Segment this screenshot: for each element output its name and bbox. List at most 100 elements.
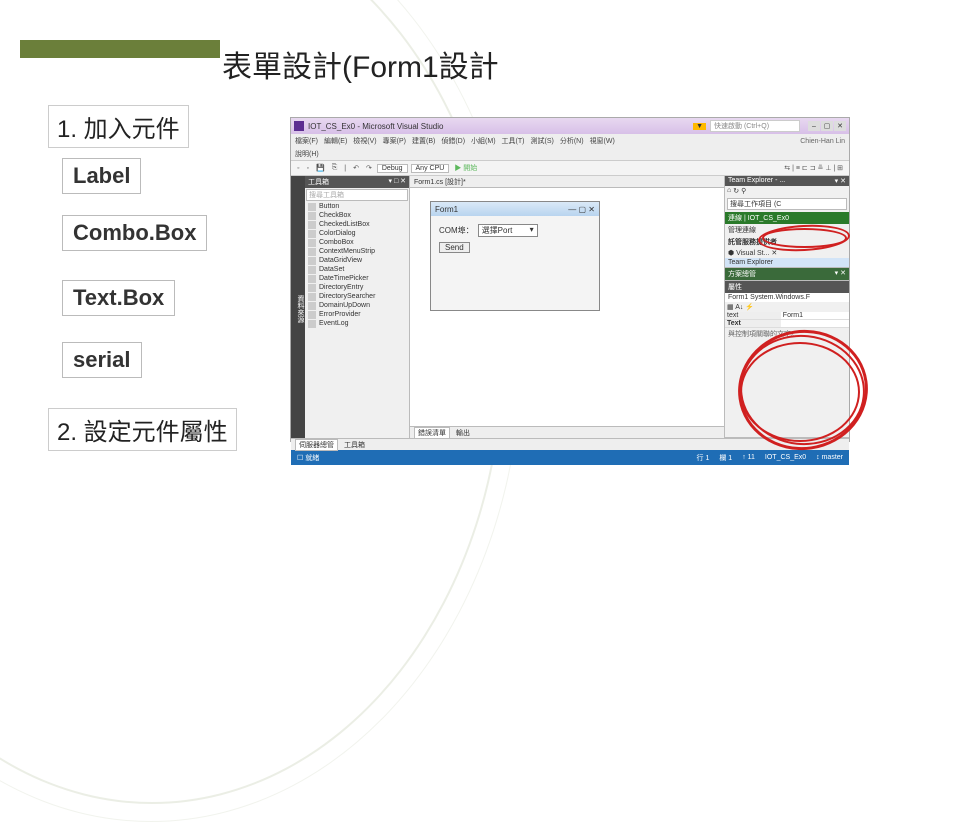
signed-in-user[interactable]: Chien-Han Lin	[800, 138, 845, 145]
redo-icon[interactable]: ↷	[364, 164, 374, 172]
toolbox-item[interactable]: DirectorySearcher	[305, 292, 409, 301]
close-button[interactable]: ✕	[834, 121, 846, 131]
manage-connections[interactable]: 管理連線	[725, 224, 849, 236]
control-icon	[308, 275, 316, 283]
status-project[interactable]: IOT_CS_Ex0	[765, 454, 806, 461]
vs-menubar: 檔案(F) 編輯(E) 檢視(V) 專案(P) 建置(B) 偵錯(D) 小組(M…	[291, 134, 849, 148]
vs-toolbar: ◦ ◦ 💾 ⎘ | ↶ ↷ Debug Any CPU ▶ 開始 ⇆ | ≡ ⊏…	[291, 160, 849, 176]
toolbox-item[interactable]: Button	[305, 202, 409, 211]
toolbox-item[interactable]: EventLog	[305, 319, 409, 328]
save-icon[interactable]: 💾	[314, 164, 327, 172]
properties-object[interactable]: Form1 System.Windows.F	[725, 293, 849, 302]
control-icon	[308, 203, 316, 211]
menu-item[interactable]: 編輯(E)	[324, 136, 347, 146]
toolbox-item[interactable]: CheckBox	[305, 211, 409, 220]
server-explorer-tab[interactable]: 伺服器總管	[295, 439, 338, 451]
form1-window[interactable]: Form1 — ▢ ✕ COM埠： 選擇Port▾ Send	[430, 201, 600, 311]
menu-item[interactable]: 工具(T)	[502, 136, 525, 146]
control-icon	[308, 248, 316, 256]
home-icon[interactable]: ⌂	[727, 187, 731, 195]
menu-item[interactable]: 建置(B)	[412, 136, 435, 146]
toolbox-tab[interactable]: 工具箱	[344, 440, 365, 450]
toolbox-item[interactable]: CheckedListBox	[305, 220, 409, 229]
config-combo[interactable]: Debug	[377, 164, 408, 173]
toolbox-item[interactable]: ContextMenuStrip	[305, 247, 409, 256]
status-branch[interactable]: ↕ master	[816, 454, 843, 461]
menu-item[interactable]: 偵錯(D)	[441, 136, 465, 146]
control-icon	[308, 221, 316, 229]
provider-item[interactable]: ⬢ Visual St... ✕	[725, 248, 849, 258]
property-desc: 與控制項關聯的文字。	[725, 328, 849, 340]
save-all-icon[interactable]: ⎘	[330, 164, 340, 172]
menu-item[interactable]: 檢視(V)	[353, 136, 376, 146]
toolbox-item[interactable]: DomainUpDown	[305, 301, 409, 310]
properties-panel: 屬性 Form1 System.Windows.F ▦ A↓ ⚡ textFor…	[725, 281, 849, 438]
menu-item[interactable]: 說明(H)	[295, 149, 319, 159]
menu-item[interactable]: 視窗(W)	[590, 136, 615, 146]
control-icon	[308, 257, 316, 265]
control-icon	[308, 284, 316, 292]
toolbox-item[interactable]: ColorDialog	[305, 229, 409, 238]
toolbox-item[interactable]: DataGridView	[305, 256, 409, 265]
document-tab[interactable]: Form1.cs [設計]*	[414, 177, 466, 187]
toolbox-item[interactable]: ErrorProvider	[305, 310, 409, 319]
output-tab[interactable]: 錯誤清單	[414, 427, 450, 439]
properties-toolbar: ▦ A↓ ⚡	[725, 302, 849, 312]
status-publish[interactable]: ↑ 11	[742, 454, 755, 461]
connect-header[interactable]: 連線 | IOT_CS_Ex0	[725, 212, 849, 224]
toolbox-item[interactable]: ComboBox	[305, 238, 409, 247]
toolbox-search[interactable]: 搜尋工具箱	[306, 189, 408, 201]
quick-launch-badge[interactable]: ▼	[693, 123, 706, 130]
chevron-down-icon: ▾	[530, 225, 534, 236]
minimize-button[interactable]: –	[808, 121, 820, 131]
control-icon	[308, 320, 316, 328]
quick-launch-input[interactable]: 快速啟動 (Ctrl+Q)	[710, 120, 800, 132]
nav-fwd-icon[interactable]: ◦	[304, 165, 310, 172]
menu-item[interactable]: 測試(S)	[531, 136, 554, 146]
component-label: serial	[62, 342, 142, 378]
datasource-tab[interactable]: 資料來源	[291, 176, 305, 438]
form-window-controls[interactable]: — ▢ ✕	[568, 205, 595, 214]
maximize-button[interactable]: ▢	[821, 121, 833, 131]
menu-item[interactable]: 分析(N)	[560, 136, 584, 146]
property-row[interactable]: textForm1	[725, 312, 849, 320]
solution-title: 方案總管	[728, 269, 756, 279]
events-icon[interactable]: ⚡	[745, 304, 754, 311]
categorized-icon[interactable]: ▦	[727, 304, 734, 311]
slide-title: 表單設計(Form1設計	[222, 42, 499, 86]
property-row[interactable]: Text	[725, 320, 849, 328]
send-button[interactable]: Send	[439, 242, 470, 253]
alpha-icon[interactable]: A↓	[735, 304, 743, 311]
step-2-label: 2. 設定元件屬性	[48, 408, 237, 451]
comport-label: COM埠：	[439, 225, 474, 236]
title-accent-bar	[20, 40, 220, 58]
control-icon	[308, 266, 316, 274]
nav-back-icon[interactable]: ◦	[295, 165, 301, 172]
control-icon	[308, 311, 316, 319]
provider-item[interactable]: Team Explorer	[725, 258, 849, 267]
control-icon	[308, 212, 316, 220]
status-col: 欄 1	[719, 453, 732, 463]
plug-icon[interactable]: ⚲	[741, 187, 746, 195]
menu-item[interactable]: 專案(P)	[383, 136, 406, 146]
align-tools-icon[interactable]: ⇆ | ≡ ⊏ ⊐ ≞ ⊥ | ⊞	[782, 164, 845, 172]
solution-explorer-panel: 方案總管▾ ✕	[725, 268, 849, 281]
menu-item[interactable]: 檔案(F)	[295, 136, 318, 146]
toolbox-item[interactable]: DataSet	[305, 265, 409, 274]
platform-combo[interactable]: Any CPU	[411, 164, 450, 173]
vs-logo-icon	[294, 121, 304, 131]
toolbox-item[interactable]: DirectoryEntry	[305, 283, 409, 292]
menu-item[interactable]: 小組(M)	[471, 136, 496, 146]
step-1-label: 1. 加入元件	[48, 105, 189, 148]
comport-combo[interactable]: 選擇Port▾	[478, 224, 538, 237]
refresh-icon[interactable]: ↻	[733, 187, 739, 195]
start-debug-button[interactable]: ▶ 開始	[452, 163, 479, 173]
form-designer[interactable]: Form1.cs [設計]* Form1 — ▢ ✕ COM埠： 選擇Port▾…	[410, 176, 724, 438]
team-explorer-panel: Team Explorer - ...▾ ✕ ⌂ ↻ ⚲ 搜尋工作項目 (C 連…	[725, 176, 849, 268]
component-label: Text.Box	[62, 280, 175, 316]
team-search[interactable]: 搜尋工作項目 (C	[727, 198, 847, 210]
pin-icon[interactable]: ▾ □ ✕	[389, 177, 407, 187]
toolbox-item[interactable]: DateTimePicker	[305, 274, 409, 283]
undo-icon[interactable]: ↶	[351, 164, 361, 172]
output-tab[interactable]: 輸出	[456, 428, 470, 438]
